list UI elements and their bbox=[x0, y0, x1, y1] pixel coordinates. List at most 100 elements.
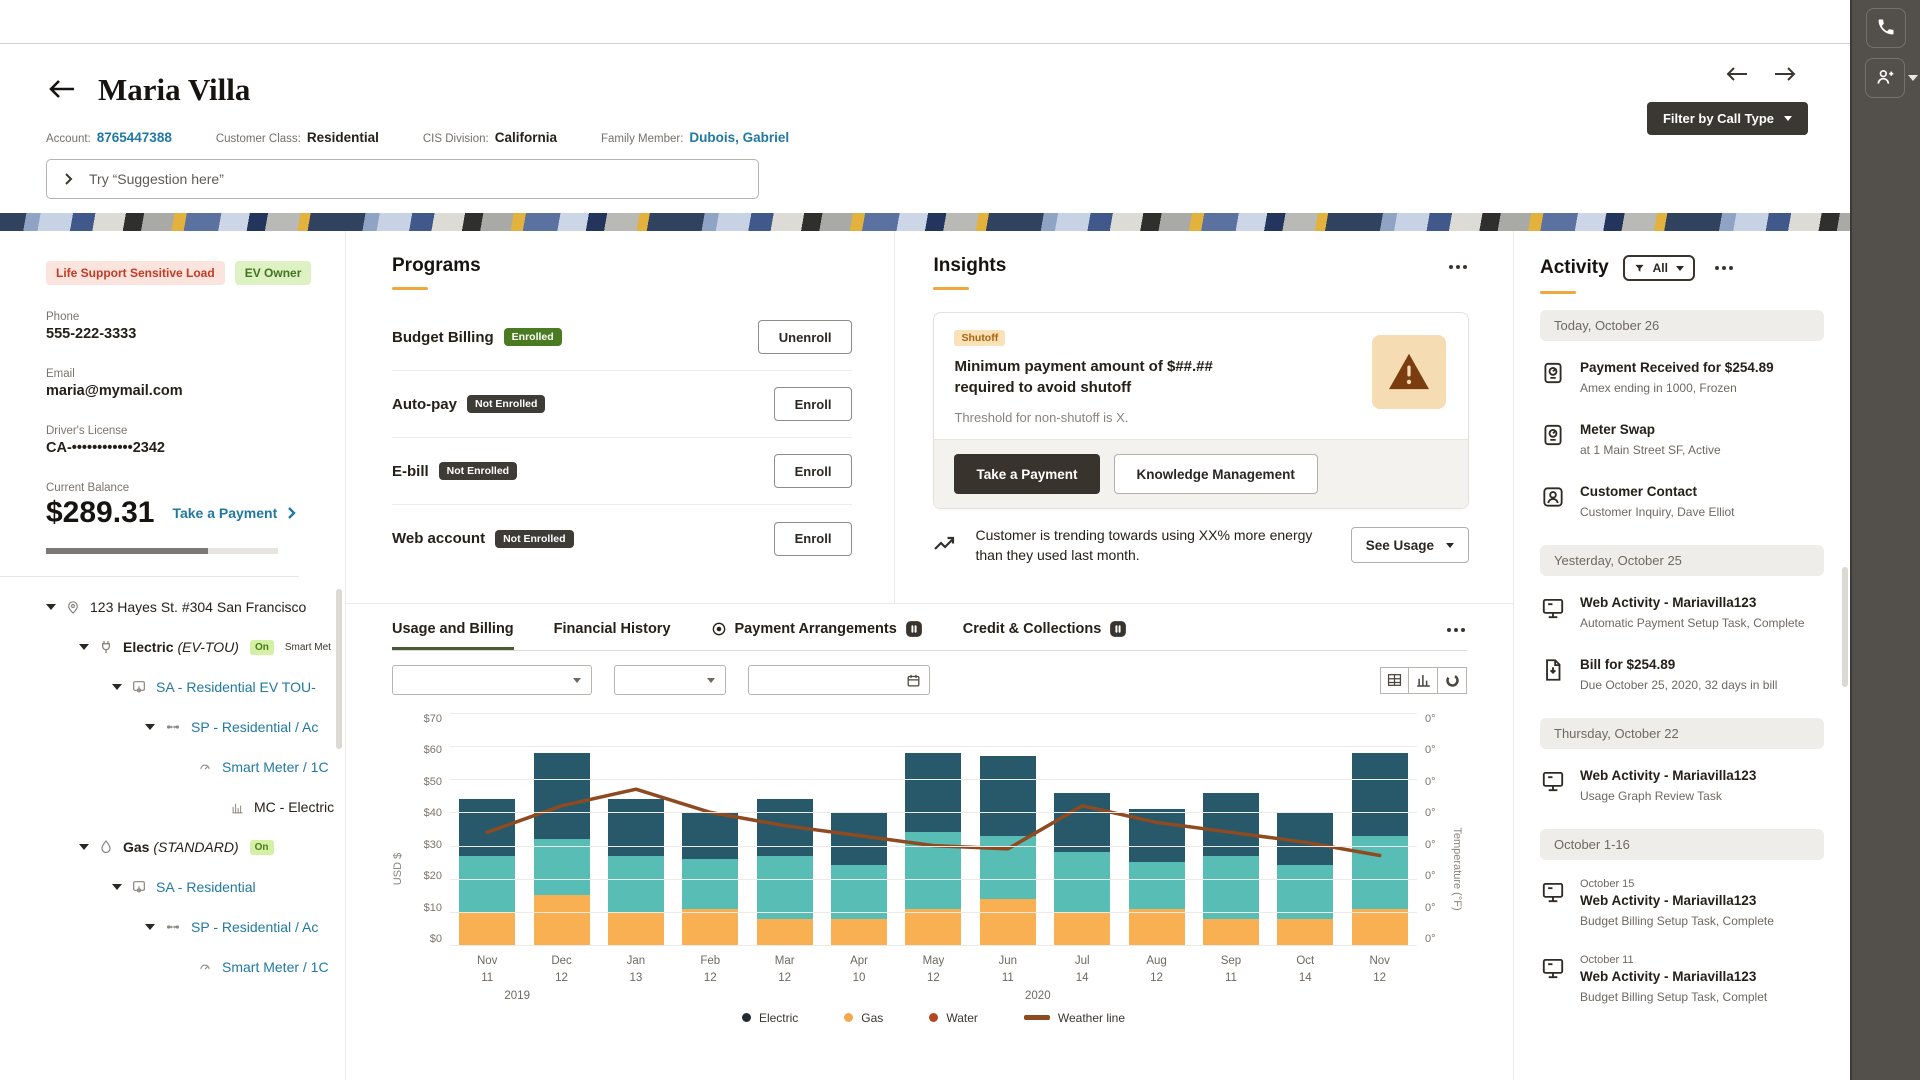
activity-filter-button[interactable]: All bbox=[1623, 255, 1695, 281]
bar-segment-gas bbox=[1352, 909, 1408, 945]
tab-financial-history[interactable]: Financial History bbox=[554, 621, 671, 649]
stacked-bar[interactable] bbox=[1352, 753, 1408, 945]
family-member-link[interactable]: Dubois, Gabriel bbox=[689, 130, 789, 145]
y-tick: $70 bbox=[424, 713, 442, 725]
x-tick: Aug12 bbox=[1129, 953, 1185, 1005]
suggestion-search-bar[interactable]: Try “Suggestion here” bbox=[46, 159, 759, 199]
insight-subtext: Threshold for non-shutoff is X. bbox=[954, 410, 1448, 425]
insights-more-menu-icon[interactable] bbox=[1447, 259, 1469, 275]
bar-segment-gas bbox=[534, 895, 590, 945]
tree-caret-icon[interactable] bbox=[79, 844, 89, 850]
activity-item-date: October 15 bbox=[1580, 878, 1774, 890]
gridline bbox=[450, 746, 1417, 747]
tree-row[interactable]: 123 Hayes St. #304 San Francisco bbox=[46, 587, 345, 627]
left-scrollbar-thumb[interactable] bbox=[336, 589, 342, 749]
bar-segment-water bbox=[1129, 862, 1185, 908]
insights-title: Insights bbox=[933, 255, 1469, 277]
tree-row[interactable]: Smart Meter / 1C bbox=[46, 747, 345, 787]
right-axis-ticks: 0°0°0°0°0°0°0°0° bbox=[1417, 713, 1451, 945]
usage-chart: USD $ $70$60$50$40$30$20$10$0 Nov112019D… bbox=[392, 713, 1467, 1025]
legend-item: Electric bbox=[742, 1011, 798, 1025]
table-view-button[interactable] bbox=[1380, 667, 1409, 694]
meter-icon bbox=[1540, 360, 1566, 397]
activity-item[interactable]: Payment Received for $254.89 Amex ending … bbox=[1540, 359, 1824, 397]
activity-item[interactable]: October 11Web Activity - Mariavilla123Bu… bbox=[1540, 954, 1824, 1006]
filter-select-2[interactable] bbox=[614, 665, 726, 695]
tab-usage-and-billing[interactable]: Usage and Billing bbox=[392, 621, 514, 649]
stacked-bar[interactable] bbox=[905, 753, 961, 945]
enroll-button[interactable]: Enroll bbox=[774, 387, 853, 421]
activity-item-subtitle: Amex ending in 1000, Frozen bbox=[1580, 380, 1774, 397]
tree-row[interactable]: Electric (EV-TOU)OnSmart Met bbox=[46, 627, 345, 667]
x-axis-labels: Nov112019Dec12Jan13Feb12Mar12Apr10May12J… bbox=[450, 953, 1417, 1005]
x-tick: Jul14 bbox=[1054, 953, 1110, 1005]
date-range-input[interactable] bbox=[748, 665, 930, 695]
bar-segment-water bbox=[459, 856, 515, 912]
donut-chart-view-button[interactable] bbox=[1438, 667, 1467, 694]
activity-item[interactable]: Bill for $254.89Due October 25, 2020, 32… bbox=[1540, 656, 1824, 694]
activity-scrollbar-thumb[interactable] bbox=[1842, 567, 1848, 687]
next-arrow-icon[interactable] bbox=[1774, 66, 1796, 85]
activity-item[interactable]: Web Activity - Mariavilla123Usage Graph … bbox=[1540, 767, 1824, 805]
stacked-bar[interactable] bbox=[534, 753, 590, 945]
content-area: Life Support Sensitive LoadEV Owner Phon… bbox=[0, 231, 1850, 1080]
y-tick: 0° bbox=[1425, 776, 1436, 788]
stacked-bar[interactable] bbox=[757, 799, 813, 945]
tree-row[interactable]: SA - Residential bbox=[46, 867, 345, 907]
tree-caret-icon[interactable] bbox=[145, 724, 155, 730]
tabs-more-menu-icon[interactable] bbox=[1445, 622, 1467, 638]
tree-caret-icon[interactable] bbox=[145, 924, 155, 930]
activity-item[interactable]: Meter Swapat 1 Main Street SF, Active bbox=[1540, 421, 1824, 459]
activity-item[interactable]: Customer ContactCustomer Inquiry, Dave E… bbox=[1540, 483, 1824, 521]
tree-caret-icon[interactable] bbox=[46, 604, 56, 610]
trend-text: Customer is trending towards using XX% m… bbox=[975, 525, 1315, 566]
tree-caret-icon[interactable] bbox=[79, 644, 89, 650]
take-a-payment-button[interactable]: Take a Payment bbox=[954, 454, 1099, 494]
balance-field: Current Balance $289.31 Take a Payment bbox=[46, 482, 345, 530]
middle-section: Programs Budget BillingEnrolledUnenrollA… bbox=[346, 231, 1514, 1080]
tree-row[interactable]: SP - Residential / Ac bbox=[46, 707, 345, 747]
tree-row[interactable]: MC - Electric bbox=[46, 787, 345, 827]
y-tick: 0° bbox=[1425, 902, 1436, 914]
filter-by-call-type-button[interactable]: Filter by Call Type bbox=[1647, 102, 1808, 135]
take-payment-link[interactable]: Take a Payment bbox=[172, 505, 296, 521]
back-arrow-icon[interactable] bbox=[46, 77, 76, 104]
activity-item-title: Payment Received for $254.89 bbox=[1580, 359, 1774, 377]
tree-row[interactable]: SA - Residential EV TOU- bbox=[46, 667, 345, 707]
stacked-bar[interactable] bbox=[1054, 793, 1110, 945]
tree-label: 123 Hayes St. #304 San Francisco bbox=[90, 599, 306, 615]
tree-row[interactable]: SP - Residential / Ac bbox=[46, 907, 345, 947]
tab-payment-arrangements[interactable]: Payment Arrangements bbox=[711, 620, 923, 650]
see-usage-button[interactable]: See Usage bbox=[1351, 527, 1469, 563]
document-icon bbox=[1540, 657, 1566, 694]
activity-item[interactable]: October 15Web Activity - Mariavilla123Bu… bbox=[1540, 878, 1824, 930]
y-tick: $60 bbox=[424, 744, 442, 756]
tree-caret-icon[interactable] bbox=[112, 884, 122, 890]
bar-segment-water bbox=[757, 856, 813, 919]
prev-arrow-icon[interactable] bbox=[1726, 66, 1748, 85]
add-person-button[interactable] bbox=[1865, 58, 1905, 98]
bar-chart-view-button[interactable] bbox=[1409, 667, 1438, 694]
phone-call-button[interactable] bbox=[1866, 8, 1906, 48]
stacked-bar[interactable] bbox=[1129, 809, 1185, 945]
activity-item[interactable]: Web Activity - Mariavilla123Automatic Pa… bbox=[1540, 594, 1824, 632]
unenroll-button[interactable]: Unenroll bbox=[758, 320, 853, 354]
chevron-down-icon bbox=[573, 678, 581, 683]
enroll-button[interactable]: Enroll bbox=[774, 522, 853, 556]
tree-row[interactable]: Smart Meter / 1C bbox=[46, 947, 345, 987]
activity-more-menu-icon[interactable] bbox=[1713, 260, 1735, 276]
y-tick: 0° bbox=[1425, 744, 1436, 756]
legend-dot bbox=[844, 1013, 853, 1022]
account-number-link[interactable]: 8765447388 bbox=[97, 130, 172, 145]
stacked-bar[interactable] bbox=[1203, 793, 1259, 945]
knowledge-management-button[interactable]: Knowledge Management bbox=[1114, 454, 1318, 494]
stacked-bar[interactable] bbox=[980, 756, 1036, 945]
stacked-bar[interactable] bbox=[608, 799, 664, 945]
filter-select-1[interactable] bbox=[392, 665, 592, 695]
tree-row[interactable]: Gas (STANDARD)On bbox=[46, 827, 345, 867]
rail-caret-icon[interactable] bbox=[1908, 75, 1918, 81]
enroll-button[interactable]: Enroll bbox=[774, 454, 853, 488]
tab-credit-collections[interactable]: Credit & Collections bbox=[963, 620, 1128, 650]
stacked-bar[interactable] bbox=[459, 799, 515, 945]
tree-caret-icon[interactable] bbox=[112, 684, 122, 690]
